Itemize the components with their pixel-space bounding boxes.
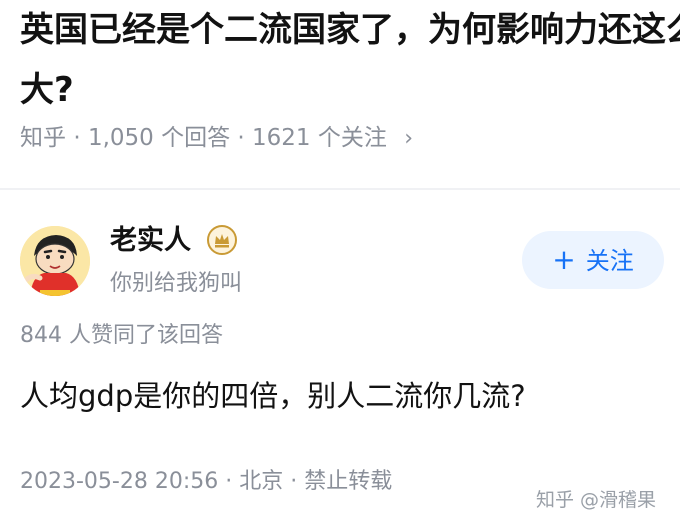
answer-location: 北京 [239,469,284,494]
source-label: 知乎 [20,125,66,151]
meta-separator: · [237,125,245,151]
meta-separator: · [73,125,81,151]
vote-count: 844 人赞同了该回答 [20,323,223,348]
answer-text[interactable]: 人均gdp是你的四倍，别人二流你几流? [20,374,526,418]
answer-count[interactable]: 1,050 个回答 [88,125,230,151]
copyright-notice: 禁止转载 [304,469,393,494]
avatar-image [20,226,90,296]
question-title[interactable]: 英国已经是个二流国家了，为何影响力还这么大? [20,0,680,115]
watermark: 知乎 @滑稽果 [536,489,657,511]
author-name[interactable]: 老实人 [110,222,191,260]
chevron-right-icon[interactable]: › [404,123,413,155]
crown-badge-icon [206,224,238,256]
cartoon-avatar-icon[interactable] [20,226,90,296]
follower-count[interactable]: 1621 个关注 [252,125,387,151]
plus-icon: + [552,243,576,276]
answer-footer: 2023-05-28 20:56 · 北京 · 禁止转载 [20,466,392,498]
follow-button[interactable]: + 关注 [522,231,664,289]
question-header: 英国已经是个二流国家了，为何影响力还这么大? [20,0,680,115]
footer-separator: · [225,469,233,494]
footer-separator: · [290,469,298,494]
author-bio: 你别给我狗叫 [110,271,243,296]
section-divider [0,188,680,190]
question-meta: 知乎 · 1,050 个回答 · 1621 个关注 › [20,122,413,155]
answer-date: 2023-05-28 20:56 [20,469,219,494]
follow-button-label: 关注 [585,247,634,275]
